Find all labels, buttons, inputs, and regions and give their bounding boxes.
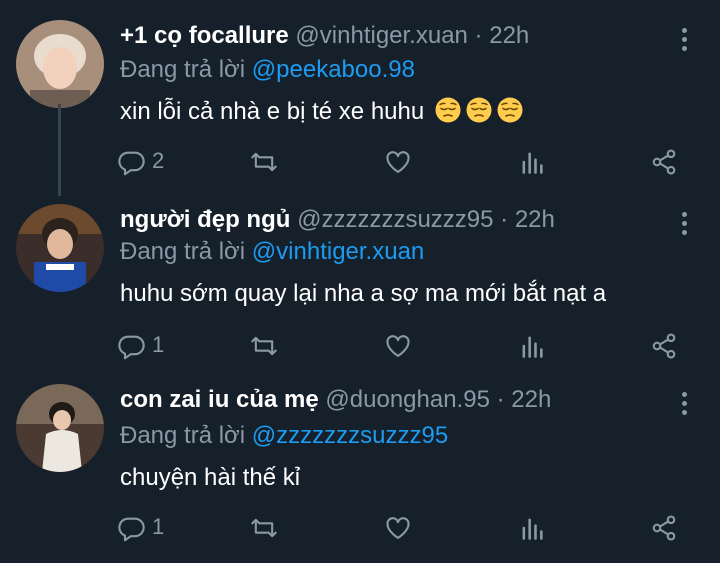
timestamp[interactable]: 22h: [489, 22, 529, 49]
user-handle[interactable]: @zzzzzzzsuzzz95: [297, 206, 493, 233]
tweet-header: người đẹp ngủ @zzzzzzzsuzzz95 · 22h: [120, 206, 555, 233]
tweet-text: xin lỗi cả nhà e bị té xe huhu: [120, 96, 524, 128]
action-bar: 1: [118, 328, 688, 362]
timestamp[interactable]: 22h: [511, 386, 551, 413]
replying-to: Đang trả lời @vinhtiger.xuan: [120, 236, 424, 268]
thread-line: [58, 104, 61, 196]
tweet-header: con zai iu của mẹ @duonghan.95 · 22h: [120, 386, 552, 413]
more-options-icon[interactable]: [672, 208, 696, 240]
tweet-header: +1 cọ focallure @vinhtiger.xuan · 22h: [120, 22, 530, 49]
tweet-text-content: xin lỗi cả nhà e bị té xe huhu: [120, 98, 425, 125]
heart-icon: [384, 148, 412, 176]
more-options-icon[interactable]: [672, 388, 696, 420]
action-bar: 1: [118, 510, 688, 544]
share-icon: [650, 332, 678, 360]
display-name[interactable]: người đẹp ngủ: [120, 206, 290, 233]
replying-label: Đang trả lời: [120, 56, 246, 83]
retweet-icon: [250, 514, 278, 542]
reply-icon: [118, 514, 146, 542]
heart-icon: [384, 514, 412, 542]
replying-label: Đang trả lời: [120, 422, 246, 449]
pensive-face-emoji: [434, 96, 462, 124]
reply-count: 1: [152, 514, 165, 539]
mention-link[interactable]: @vinhtiger.xuan: [252, 238, 424, 265]
tweet-3[interactable]: con zai iu của mẹ @duonghan.95 · 22h Đan…: [0, 384, 720, 554]
pensive-face-emoji: [465, 96, 493, 124]
tweet-2[interactable]: người đẹp ngủ @zzzzzzzsuzzz95 · 22h Đang…: [0, 204, 720, 364]
share-icon: [650, 148, 678, 176]
reply-icon: [118, 332, 146, 360]
mention-link[interactable]: @zzzzzzzsuzzz95: [252, 422, 448, 449]
replying-to: Đang trả lời @zzzzzzzsuzzz95: [120, 420, 448, 452]
share-icon: [650, 514, 678, 542]
display-name[interactable]: +1 cọ focallure: [120, 22, 289, 49]
reply-count: 1: [152, 332, 165, 357]
replying-label: Đang trả lời: [120, 238, 246, 265]
avatar[interactable]: [16, 204, 104, 292]
tweet-1[interactable]: +1 cọ focallure @vinhtiger.xuan · 22h Đa…: [0, 20, 720, 190]
avatar[interactable]: [16, 20, 104, 108]
more-options-icon[interactable]: [672, 24, 696, 56]
display-name[interactable]: con zai iu của mẹ: [120, 386, 319, 413]
action-bar: 2: [118, 144, 688, 178]
retweet-icon: [250, 148, 278, 176]
user-handle[interactable]: @duonghan.95: [325, 386, 490, 413]
reply-icon: [118, 148, 146, 176]
pensive-face-emoji: [496, 96, 524, 124]
heart-icon: [384, 332, 412, 360]
avatar[interactable]: [16, 384, 104, 472]
reply-count: 2: [152, 148, 165, 173]
analytics-icon: [518, 332, 546, 360]
tweet-text: huhu sớm quay lại nha a sợ ma mới bắt nạ…: [120, 280, 607, 307]
timestamp[interactable]: 22h: [515, 206, 555, 233]
analytics-icon: [518, 514, 546, 542]
retweet-icon: [250, 332, 278, 360]
mention-link[interactable]: @peekaboo.98: [252, 56, 415, 83]
user-handle[interactable]: @vinhtiger.xuan: [295, 22, 467, 49]
tweet-text: chuyện hài thế kỉ: [120, 464, 301, 491]
analytics-icon: [518, 148, 546, 176]
replying-to: Đang trả lời @peekaboo.98: [120, 54, 415, 86]
